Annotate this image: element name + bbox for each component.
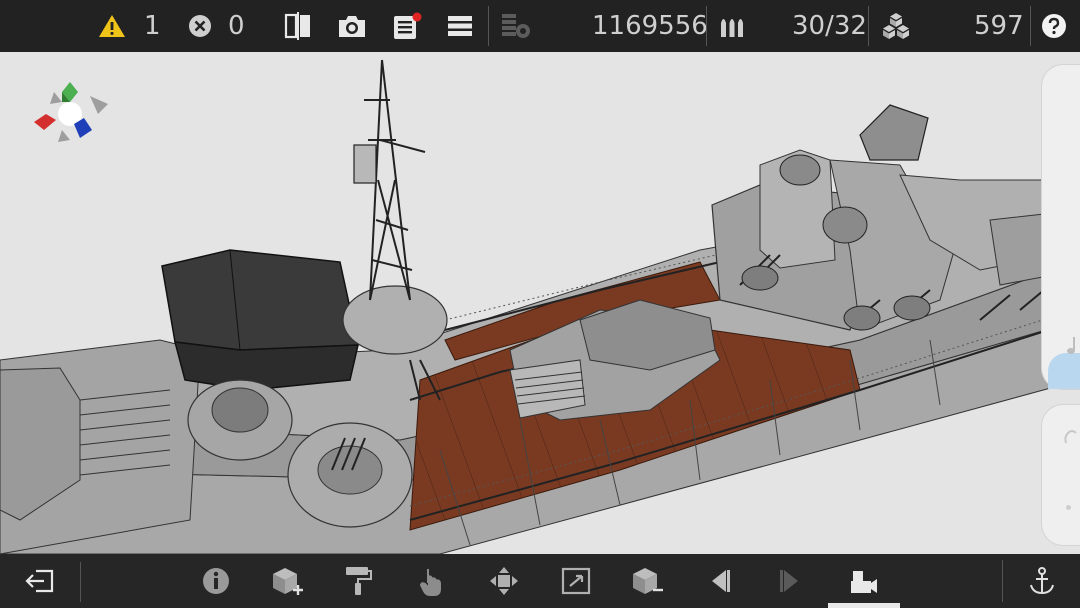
points-value: 1169556 — [592, 11, 708, 41]
errors-count: 0 — [228, 11, 245, 41]
ship-3d-viewport[interactable] — [0, 52, 1080, 554]
warning-triangle-icon — [99, 15, 125, 37]
music-note-icon[interactable] — [1064, 335, 1080, 357]
parts-icon-wrapper — [880, 0, 912, 52]
add-part-button[interactable] — [266, 554, 310, 608]
add-part-icon — [273, 568, 303, 595]
menu-lines-icon — [448, 16, 472, 36]
exit-icon — [25, 569, 54, 593]
move-arrows-icon — [490, 567, 518, 595]
warnings-count: 1 — [144, 11, 161, 41]
next-button[interactable] — [768, 554, 812, 608]
main-menu-button[interactable] — [447, 0, 473, 52]
remove-part-icon — [633, 568, 663, 594]
camera-icon — [339, 16, 365, 37]
camera-mode-button[interactable] — [842, 554, 886, 608]
coins-icon — [502, 14, 530, 38]
camera-mode-icon — [851, 571, 877, 593]
move-button[interactable] — [482, 554, 526, 608]
page-dot — [1066, 505, 1071, 510]
bottom-toolbar — [0, 554, 1080, 608]
divider — [488, 6, 489, 46]
errors-indicator[interactable]: 0 — [188, 0, 245, 52]
points-display: 1169556 — [592, 0, 708, 52]
paint-roller-icon — [346, 567, 372, 595]
parts-value: 597 — [974, 11, 1024, 41]
ammo-shells-icon — [721, 19, 743, 37]
info-button[interactable] — [194, 554, 238, 608]
water-level-indicator — [1048, 353, 1080, 389]
divider — [1002, 560, 1003, 602]
help-button[interactable] — [1041, 0, 1067, 52]
ship-model[interactable] — [0, 52, 1080, 554]
right-side-panel-lower[interactable] — [1041, 404, 1080, 546]
divider — [706, 6, 707, 46]
touch-select-button[interactable] — [410, 554, 454, 608]
info-icon — [203, 568, 229, 594]
mirror-split-icon — [284, 12, 310, 40]
rotate-button[interactable] — [554, 554, 598, 608]
screenshot-button[interactable] — [337, 0, 367, 52]
previous-button[interactable] — [698, 554, 742, 608]
top-status-bar: 1 0 1169556 30/32 597 — [0, 0, 1080, 52]
right-side-panel-upper[interactable] — [1041, 64, 1080, 390]
orientation-gizmo[interactable] — [32, 78, 112, 150]
active-tool-indicator — [828, 603, 900, 608]
parts-stack-icon — [883, 13, 909, 39]
ammo-display: 30/32 — [792, 0, 867, 52]
anchor-icon — [1030, 567, 1054, 595]
checklist-button[interactable] — [392, 0, 424, 52]
parts-display: 597 — [974, 0, 1024, 52]
ammo-icon-wrapper — [718, 0, 748, 52]
exit-button[interactable] — [18, 554, 62, 608]
divider — [1030, 6, 1031, 46]
hint-icon[interactable] — [1062, 427, 1080, 447]
divider — [80, 562, 81, 602]
mirror-button[interactable] — [284, 0, 312, 52]
warnings-indicator[interactable]: 1 — [98, 0, 161, 52]
previous-icon — [712, 570, 730, 592]
help-icon — [1042, 14, 1066, 38]
touch-select-icon — [420, 569, 441, 596]
coins-icon-wrapper — [499, 0, 533, 52]
remove-part-button[interactable] — [626, 554, 670, 608]
anchor-button[interactable] — [1020, 554, 1064, 608]
ammo-value: 30/32 — [792, 11, 867, 41]
paint-button[interactable] — [336, 554, 380, 608]
error-circle-icon — [189, 15, 211, 37]
rotate-frame-icon — [561, 567, 591, 595]
next-icon — [780, 570, 798, 592]
divider — [868, 6, 869, 46]
checklist-notification-icon — [394, 12, 422, 39]
